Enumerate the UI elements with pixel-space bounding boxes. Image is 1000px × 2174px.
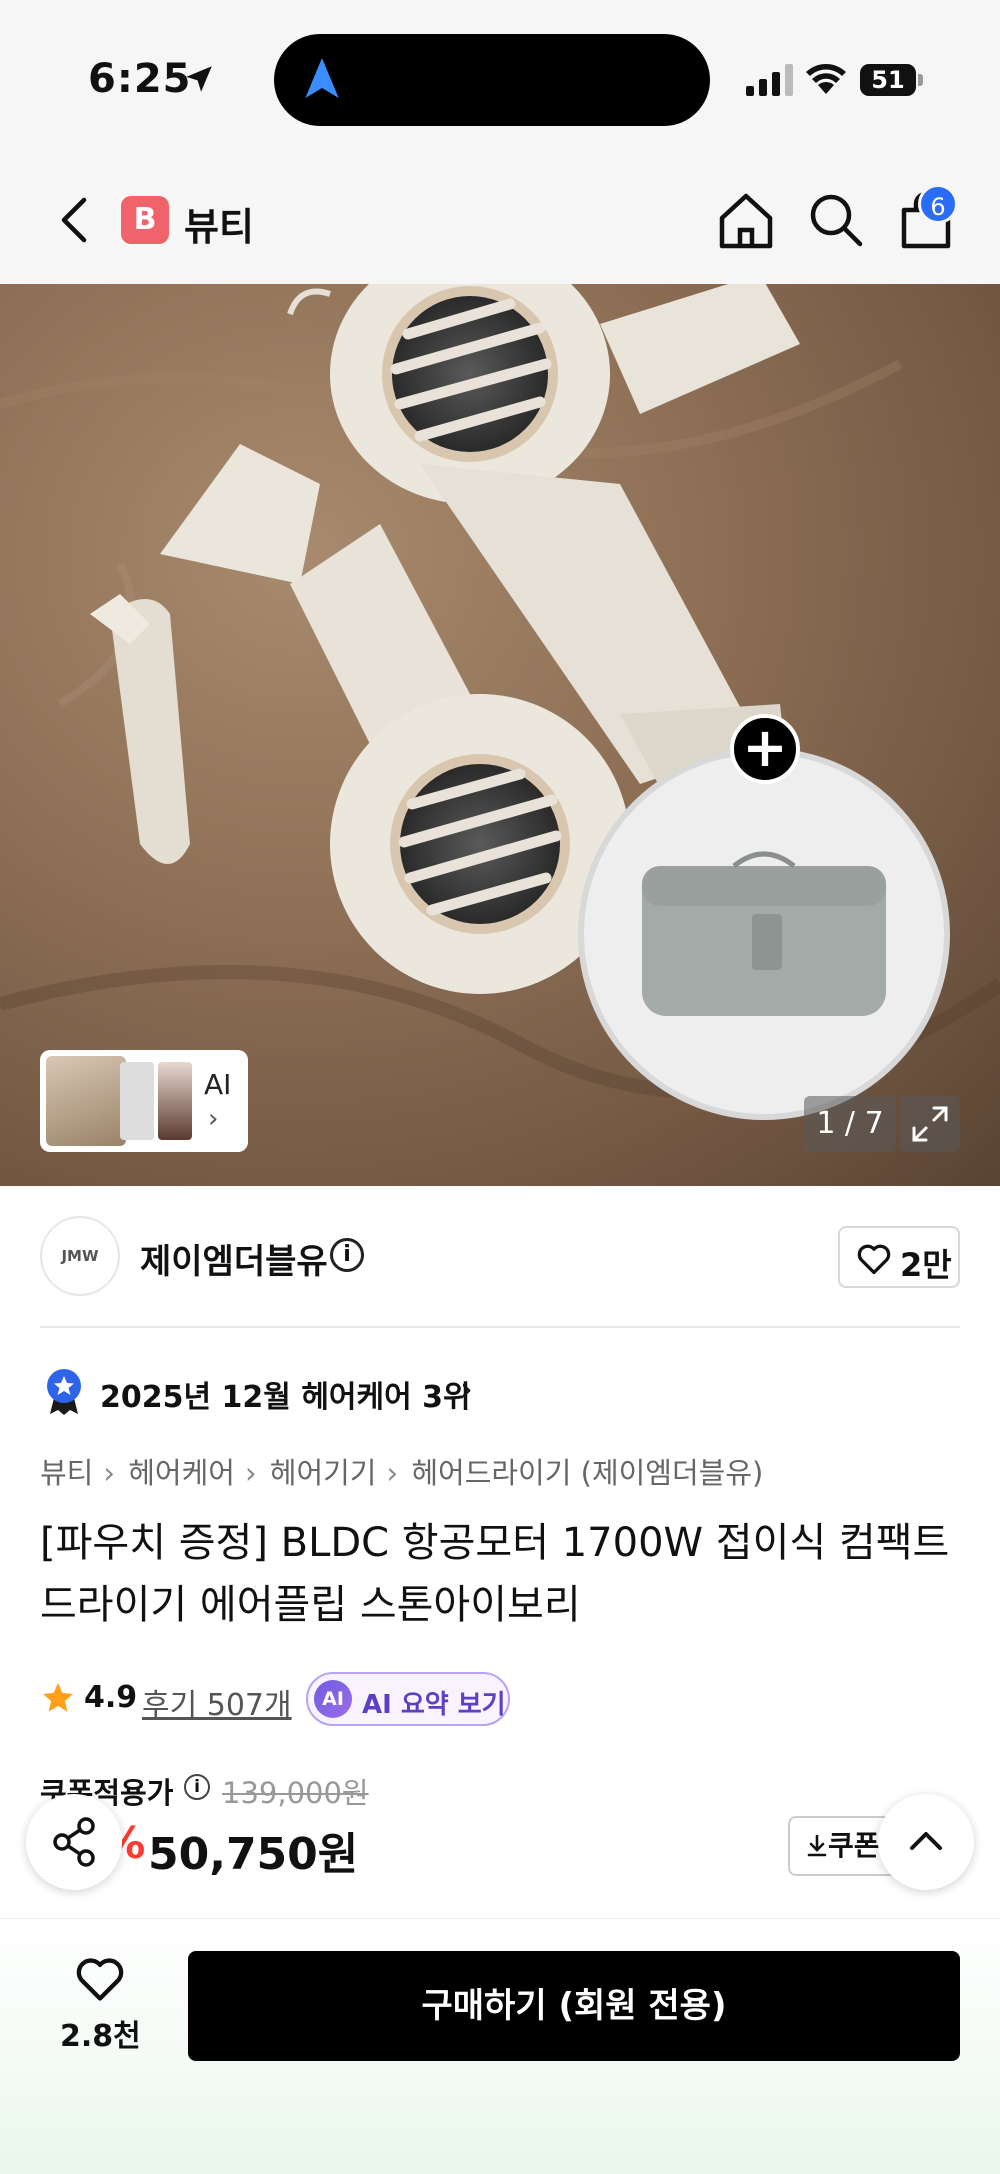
chevron-up-icon xyxy=(910,1832,942,1850)
heart-icon[interactable] xyxy=(74,1955,126,2003)
chevron-right-icon: › xyxy=(208,1104,219,1134)
buy-button[interactable]: 구매하기 (회원 전용) xyxy=(188,1951,960,2061)
home-icon[interactable] xyxy=(716,190,776,252)
breadcrumb-item[interactable]: 헤어드라이기 (제이엠더블유) xyxy=(411,1456,763,1490)
brand-logo[interactable]: B xyxy=(121,196,169,244)
ai-summary-label: AI 요약 보기 xyxy=(362,1690,506,1720)
review-count-link[interactable]: 후기 507개 xyxy=(142,1680,292,1724)
wifi-icon xyxy=(806,64,846,94)
rating-value: 4.9 xyxy=(84,1680,138,1715)
plus-icon[interactable]: + xyxy=(730,714,800,784)
info-icon[interactable]: i xyxy=(184,1774,210,1800)
dynamic-island xyxy=(274,34,710,126)
expand-icon[interactable] xyxy=(900,1096,960,1152)
status-time: 6:25 xyxy=(88,56,192,102)
ai-summary-button[interactable]: AI AI 요약 보기 xyxy=(306,1672,510,1726)
bottom-action-bar: 2.8천 구매하기 (회원 전용) xyxy=(0,1918,1000,2174)
seller-like-count: 2만 xyxy=(900,1246,952,1284)
medal-icon xyxy=(47,1369,81,1415)
info-icon[interactable]: i xyxy=(330,1238,364,1272)
sale-price: 50,750원 xyxy=(148,1829,359,1880)
share-icon xyxy=(53,1817,95,1867)
location-arrow-icon xyxy=(186,66,212,92)
share-button[interactable] xyxy=(26,1794,122,1890)
heart-icon xyxy=(857,1244,891,1275)
breadcrumb-item[interactable]: 헤어케어 xyxy=(128,1456,235,1490)
battery-tip xyxy=(918,74,923,86)
page-title[interactable]: 뷰티 xyxy=(184,196,254,251)
breadcrumb-separator: › xyxy=(103,1456,115,1490)
thumbnail-image xyxy=(46,1056,126,1146)
breadcrumb-item[interactable]: 헤어기기 xyxy=(270,1456,377,1490)
image-page-counter: 1 / 7 xyxy=(804,1096,896,1152)
ranking-text[interactable]: 2025년 12월 헤어케어 3위 xyxy=(100,1372,471,1416)
cart-count-badge: 6 xyxy=(918,184,958,224)
seller-like-button[interactable]: 2만 xyxy=(838,1226,960,1288)
ai-label: AI xyxy=(204,1068,232,1101)
search-icon[interactable] xyxy=(806,190,866,250)
battery-indicator: 51 xyxy=(860,64,916,96)
app-header: B 뷰티 xyxy=(0,160,1000,284)
thumbnail-image xyxy=(158,1062,192,1140)
signal-icon xyxy=(746,64,793,96)
star-icon xyxy=(43,1683,73,1712)
product-title: [파우치 증정] BLDC 항공모터 1700W 접이식 컴팩트 드라이기 에어… xyxy=(40,1520,950,1628)
download-icon xyxy=(807,1834,827,1857)
back-icon[interactable] xyxy=(50,190,100,250)
breadcrumb-separator: › xyxy=(244,1456,257,1490)
original-price: 139,000원 xyxy=(222,1776,369,1810)
wishlist-count: 2.8천 xyxy=(60,2019,141,2054)
breadcrumb-item[interactable]: 뷰티 xyxy=(40,1456,93,1490)
divider xyxy=(40,1326,960,1328)
scroll-top-button[interactable] xyxy=(878,1794,974,1890)
product-image-gallery[interactable]: + AI › 1 / 7 xyxy=(0,284,1000,1186)
chevron-right-icon[interactable]: › xyxy=(460,1370,473,1408)
navigation-icon xyxy=(305,58,339,98)
breadcrumb-separator: › xyxy=(386,1456,399,1490)
ai-badge-icon: AI xyxy=(314,1680,352,1718)
pouch-icon xyxy=(642,851,886,1016)
status-bar: 6:25 51 xyxy=(0,0,1000,160)
breadcrumb: 뷰티 › 헤어케어 › 헤어기기 › 헤어드라이기 (제이엠더블유) xyxy=(40,1450,767,1492)
thumbnail-image xyxy=(120,1062,154,1140)
ai-thumbnail-button[interactable]: AI › xyxy=(40,1050,248,1152)
seller-name[interactable]: 제이엠더블유 xyxy=(140,1234,328,1283)
free-gift-pouch-image[interactable] xyxy=(578,748,950,1120)
seller-logo[interactable]: JMW xyxy=(40,1216,120,1296)
